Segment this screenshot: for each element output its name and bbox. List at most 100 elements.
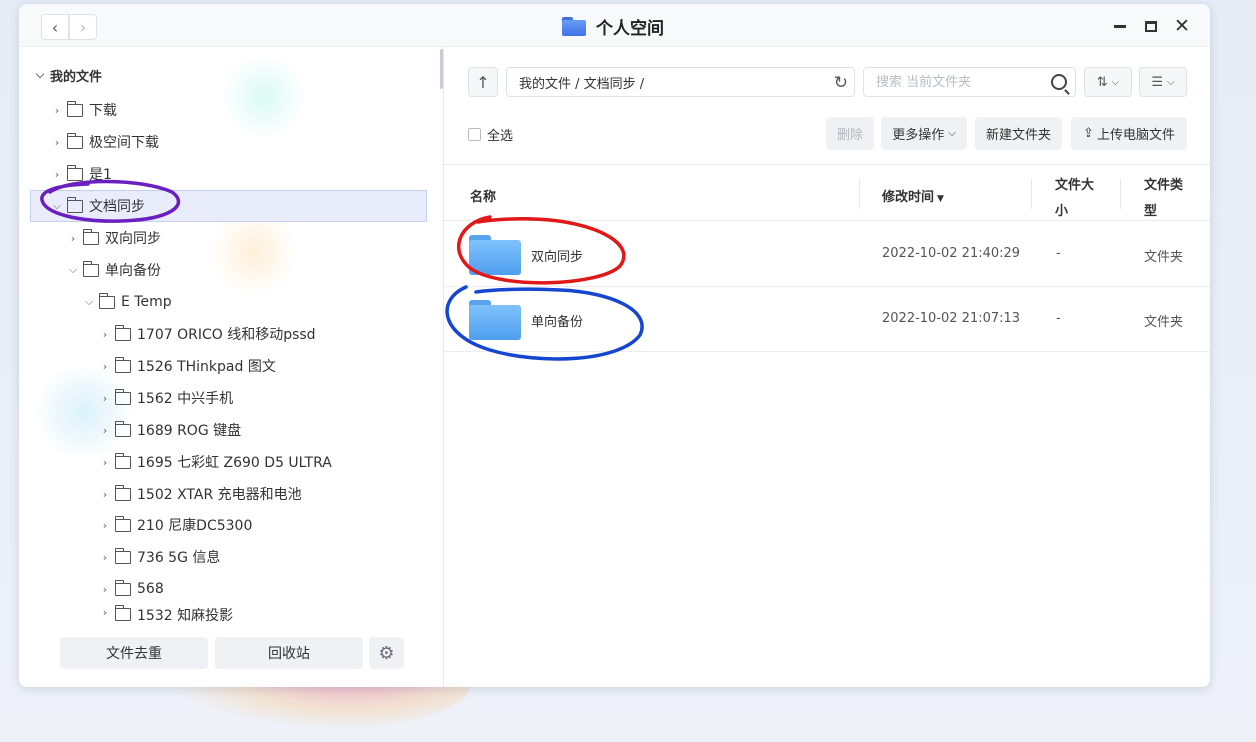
chevron-right-icon: ›	[70, 231, 76, 245]
tree-item[interactable]: › 1526 THinkpad 图文	[98, 350, 428, 382]
upload-label: 上传电脑文件	[1096, 128, 1175, 143]
folder-icon	[82, 260, 99, 277]
search-box	[863, 67, 1076, 97]
file-type: 文件夹	[1144, 250, 1184, 265]
chevron-right-icon: ›	[102, 487, 108, 501]
file-name: 单向备份	[531, 315, 584, 330]
folder-icon	[114, 420, 131, 437]
chevron-right-icon: ›	[79, 17, 87, 37]
folder-icon	[98, 292, 115, 309]
column-header-modified[interactable]: 修改时间 ▼	[882, 186, 944, 205]
parent-folder-button[interactable]: ↑	[468, 67, 498, 97]
column-header-size[interactable]: 文件大小	[1055, 173, 1101, 225]
view-mode-button[interactable]: ☰ ⌵	[1139, 67, 1187, 97]
tree-item[interactable]: › 1689 ROG 键盘	[98, 414, 428, 446]
tree-item[interactable]: › 极空间下载	[50, 126, 447, 158]
file-type: 文件夹	[1144, 315, 1184, 330]
select-all-checkbox[interactable]: 全选	[468, 125, 513, 144]
arrow-up-icon: ↑	[476, 72, 490, 92]
tree-item[interactable]: › 736 5G 信息	[98, 541, 428, 573]
tree-item-selected[interactable]: ⌵ 文档同步	[30, 190, 427, 222]
minimize-button[interactable]	[1108, 14, 1132, 38]
tree-item[interactable]: › 是1	[50, 158, 447, 190]
column-separator[interactable]	[1120, 179, 1121, 209]
tree-label: E Temp	[121, 294, 172, 310]
more-actions-button[interactable]: 更多操作 ⌵	[881, 117, 967, 150]
chevron-right-icon: ›	[102, 550, 108, 564]
main-panel: ↑ 我的文件 / 文档同步 / ↻ ⇅⌵ ☰⌵ 全选 删除 更多操作⌵ 新建文件…	[444, 47, 1210, 687]
folder-icon	[114, 579, 131, 596]
folder-icon	[562, 16, 586, 36]
tree-label: 210 尼康DC5300	[137, 518, 253, 534]
recycle-bin-button[interactable]: 回收站	[215, 637, 363, 669]
chevron-down-icon: ⌵	[1167, 76, 1175, 88]
tree-label: 1526 THinkpad 图文	[137, 359, 276, 375]
tree-item[interactable]: › 1562 中兴手机	[98, 382, 428, 414]
folder-icon	[66, 100, 83, 117]
column-header-type[interactable]: 文件类型	[1144, 173, 1190, 225]
path-text: 我的文件 / 文档同步 /	[519, 76, 645, 92]
file-manager-window: ‹ › 个人空间 ✕ ⌵ 我的文件 › 下载 › 极空间下载 › 是1 ⌵ 文档…	[19, 4, 1210, 687]
chevron-right-icon: ›	[102, 518, 108, 532]
tree-item[interactable]: ⌵ 单向备份	[66, 254, 463, 286]
tree-item[interactable]: ⌵ E Temp	[82, 286, 479, 318]
tree-label: 双向同步	[105, 231, 161, 247]
chevron-down-icon: ⌵	[68, 263, 78, 276]
tree-label: 是1	[89, 167, 112, 183]
table-row[interactable]: 双向同步 2022-10-02 21:40:29 - 文件夹	[444, 222, 1210, 287]
chevron-right-icon: ›	[102, 359, 108, 373]
sort-desc-icon: ▼	[937, 194, 944, 204]
tree-item[interactable]: › 双向同步	[66, 222, 463, 254]
file-list-header: 名称 修改时间 ▼ 文件大小 文件类型	[444, 164, 1210, 221]
search-icon[interactable]	[1051, 74, 1067, 90]
column-separator[interactable]	[859, 179, 860, 209]
checkbox[interactable]	[468, 128, 481, 141]
tree-label: 文档同步	[89, 199, 145, 215]
chevron-right-icon: ›	[102, 327, 108, 341]
upload-icon: ⇪	[1083, 126, 1094, 141]
settings-button[interactable]: ⚙	[369, 637, 404, 669]
chevron-down-icon: ⌵	[948, 128, 956, 139]
tree-item[interactable]: › 210 尼康DC5300	[98, 509, 428, 541]
chevron-right-icon: ›	[102, 455, 108, 469]
close-button[interactable]: ✕	[1170, 14, 1194, 38]
tree-label: 568	[137, 581, 164, 597]
file-modified: 2022-10-02 21:07:13	[882, 311, 1021, 326]
sort-icon: ⇅	[1096, 74, 1108, 90]
sort-button[interactable]: ⇅ ⌵	[1084, 67, 1132, 97]
refresh-icon[interactable]: ↻	[834, 73, 848, 93]
chevron-right-icon: ›	[54, 167, 60, 181]
maximize-button[interactable]	[1139, 14, 1163, 38]
column-header-name[interactable]: 名称	[470, 186, 496, 205]
tree-item[interactable]: › 1532 知麻投影	[98, 602, 428, 622]
list-view-icon: ☰	[1151, 74, 1164, 90]
search-input[interactable]	[876, 69, 1046, 95]
back-button[interactable]: ‹	[41, 14, 69, 40]
tree-label: 极空间下载	[89, 135, 159, 151]
tree-item[interactable]: › 1707 ORICO 线和移动pssd	[98, 318, 428, 350]
delete-button[interactable]: 删除	[826, 117, 874, 150]
forward-button[interactable]: ›	[69, 14, 97, 40]
column-separator[interactable]	[1031, 179, 1032, 209]
tree-label: 1695 七彩虹 Z690 D5 ULTRA	[137, 455, 332, 471]
file-size: -	[1056, 246, 1061, 261]
tree-item[interactable]: › 1695 七彩虹 Z690 D5 ULTRA	[98, 446, 428, 478]
upload-button[interactable]: ⇪ 上传电脑文件	[1071, 117, 1187, 150]
table-row[interactable]: 单向备份 2022-10-02 21:07:13 - 文件夹	[444, 287, 1210, 352]
tree-item[interactable]: › 下载	[50, 94, 447, 126]
new-folder-button[interactable]: 新建文件夹	[975, 117, 1062, 150]
folder-icon	[66, 164, 83, 181]
sidebar: ⌵ 我的文件 › 下载 › 极空间下载 › 是1 ⌵ 文档同步 › 双向同步 ⌵…	[19, 47, 443, 687]
folder-icon	[114, 605, 131, 621]
folder-icon	[66, 196, 83, 213]
path-bar[interactable]: 我的文件 / 文档同步 / ↻	[506, 67, 855, 97]
tree-root-my-files[interactable]: ⌵ 我的文件	[33, 59, 430, 91]
tree-label: 单向备份	[105, 263, 161, 279]
dedup-button[interactable]: 文件去重	[60, 637, 208, 669]
tree-item[interactable]: › 1502 XTAR 充电器和电池	[98, 478, 428, 510]
folder-icon	[114, 388, 131, 405]
chevron-down-icon: ⌵	[35, 68, 45, 81]
tree-item[interactable]: › 568	[98, 573, 428, 605]
more-actions-label: 更多操作	[892, 128, 945, 143]
tree-label: 1689 ROG 键盘	[137, 423, 242, 439]
